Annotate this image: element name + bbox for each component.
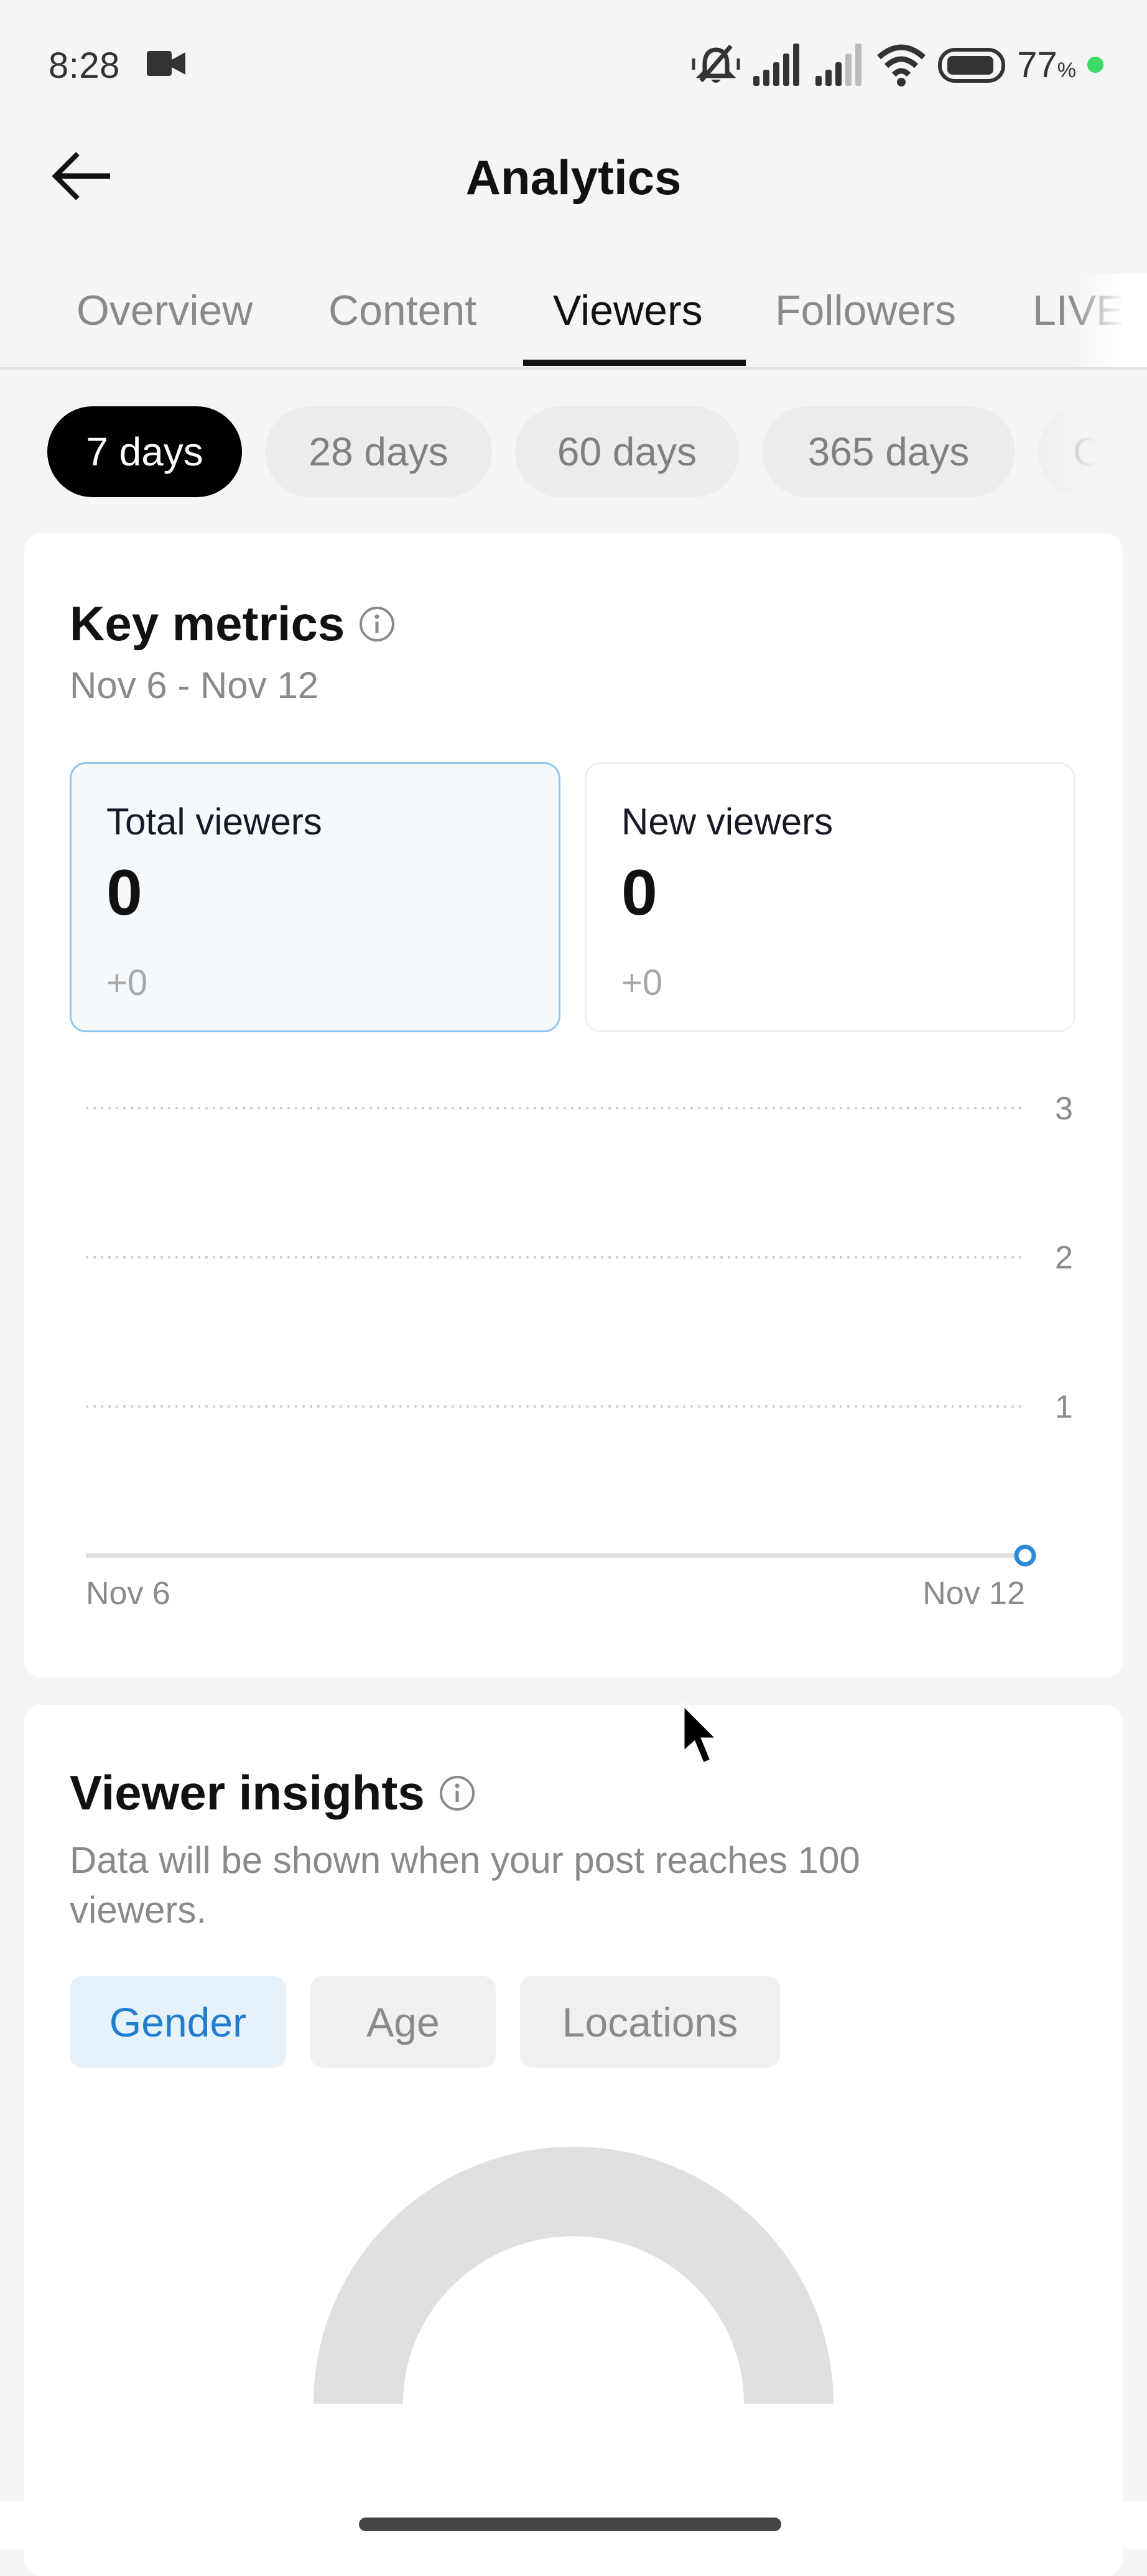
y-tick-label: 2 — [1055, 1240, 1073, 1276]
x-tick-label: Nov 12 — [922, 1575, 1025, 1612]
x-tick-label: Nov 6 — [86, 1575, 170, 1612]
wifi-icon — [877, 44, 926, 86]
viewers-line-chart: 1 2 3 Nov 6 Nov 12 — [86, 1091, 1073, 1612]
mouse-cursor-icon — [681, 1702, 722, 1766]
gender-gauge-placeholder — [313, 2147, 834, 2404]
range-chip-365-days[interactable]: 365 days — [762, 406, 1015, 497]
range-chip-28-days[interactable]: 28 days — [265, 406, 492, 497]
status-time: 8:28 — [49, 45, 120, 86]
gauge-arc — [313, 2147, 834, 2404]
y-tick-label: 1 — [1055, 1389, 1073, 1425]
tabs-scroll-fade — [1072, 274, 1147, 367]
signal-sim1-icon — [753, 44, 800, 86]
viewer-insights-card: Viewer insights Data will be shown when … — [24, 1705, 1123, 2576]
tab-bar: Overview Content Viewers Followers LIVE — [0, 274, 1147, 370]
tabs-divider — [0, 367, 1147, 370]
battery-percentage: 77% — [1017, 44, 1076, 85]
status-icons: 77% — [691, 41, 1103, 88]
key-metrics-card: Key metrics Nov 6 - Nov 12 Total viewers… — [24, 533, 1123, 1678]
video-camera-icon — [147, 51, 185, 76]
highlighted-data-point — [1014, 1544, 1036, 1567]
battery-icon — [938, 48, 1006, 83]
tab-followers[interactable]: Followers — [775, 286, 956, 335]
chips-scroll-fade — [1020, 398, 1147, 504]
tab-overview[interactable]: Overview — [77, 286, 253, 335]
signal-sim2-icon — [815, 44, 862, 86]
home-indicator[interactable] — [359, 2518, 781, 2531]
active-tab-indicator — [523, 360, 746, 366]
silent-bell-icon — [692, 44, 740, 83]
y-tick-label: 3 — [1055, 1091, 1073, 1127]
tab-viewers[interactable]: Viewers — [553, 286, 703, 335]
tab-content[interactable]: Content — [328, 286, 476, 335]
charging-indicator — [1087, 57, 1103, 73]
range-chip-60-days[interactable]: 60 days — [515, 406, 739, 497]
range-chip-7-days[interactable]: 7 days — [47, 406, 242, 497]
page-title: Analytics — [465, 150, 682, 205]
